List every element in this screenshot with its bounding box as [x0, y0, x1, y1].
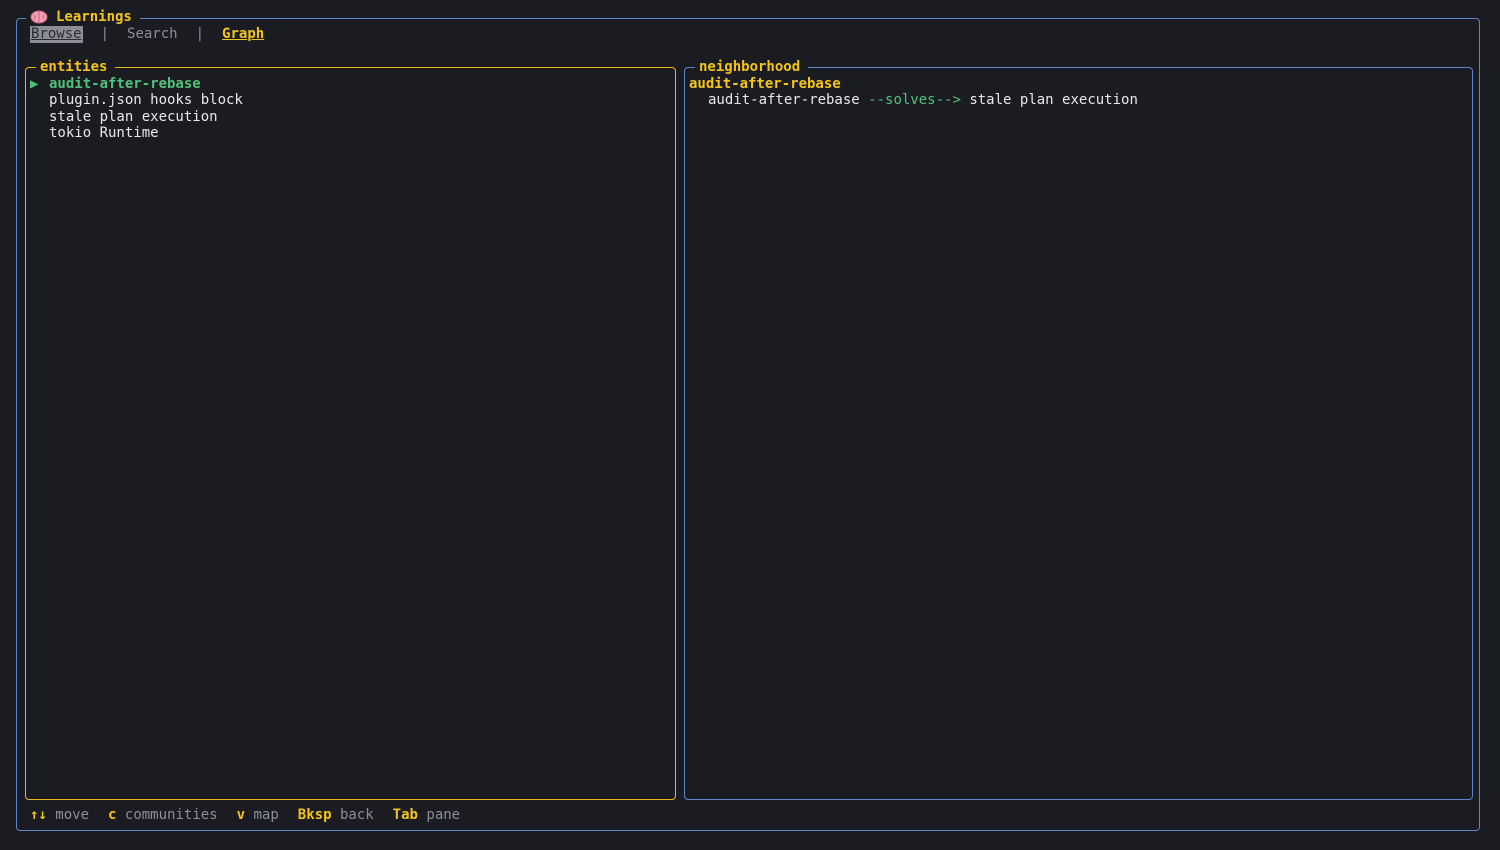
hint-map: v map — [237, 807, 279, 824]
hint-key: ↑↓ — [30, 807, 47, 823]
entity-label: plugin.json hooks block — [49, 92, 243, 109]
hint-label: pane — [426, 807, 461, 823]
tab-graph[interactable]: Graph — [222, 26, 264, 43]
list-item[interactable]: tokio Runtime — [30, 125, 243, 141]
edge-source: audit-after-rebase — [708, 92, 860, 108]
list-item[interactable]: ▶ audit-after-rebase — [30, 76, 243, 92]
tab-separator: | — [100, 26, 110, 42]
hint-key: Bksp — [297, 807, 332, 823]
hint-back: Bksp back — [298, 807, 374, 824]
neighborhood-focus: audit-after-rebase — [689, 76, 841, 92]
tab-bar: Browse | Search | Graph — [30, 26, 264, 43]
tab-search[interactable]: Search — [127, 26, 178, 43]
hint-label: map — [253, 807, 279, 823]
tab-browse[interactable]: Browse — [30, 26, 83, 43]
entities-panel-title: entities — [36, 59, 116, 76]
neighborhood-panel-title: neighborhood — [695, 59, 809, 76]
entities-panel[interactable]: entities ▶ audit-after-rebase plugin.jso… — [25, 59, 676, 800]
graph-edge[interactable]: audit-after-rebase --solves--> stale pla… — [708, 92, 1138, 108]
hint-communities: c communities — [108, 807, 218, 824]
edge-target: stale plan execution — [969, 92, 1138, 108]
hint-key: c — [108, 807, 117, 823]
hint-label: back — [339, 807, 374, 823]
list-item[interactable]: plugin.json hooks block — [30, 92, 243, 108]
hint-label: communities — [124, 807, 218, 823]
brain-icon — [30, 10, 48, 24]
hint-key: Tab — [392, 807, 418, 823]
edge-relation: --solves--> — [868, 92, 961, 108]
list-item[interactable]: stale plan execution — [30, 109, 243, 125]
selection-marker-icon: ▶ — [30, 76, 39, 92]
hint-pane: Tab pane — [393, 807, 460, 824]
hint-label: move — [55, 807, 90, 823]
hint-key: v — [236, 807, 246, 823]
tab-separator: | — [195, 26, 205, 42]
entity-list: ▶ audit-after-rebase plugin.json hooks b… — [30, 76, 243, 142]
entity-label: audit-after-rebase — [49, 76, 201, 92]
hint-move: ↑↓ move — [30, 807, 89, 824]
app-title: Learnings — [56, 9, 132, 25]
keybinding-hints: ↑↓ move c communities v map Bksp back Ta… — [30, 807, 479, 824]
app-title-bar: Learnings — [26, 8, 140, 26]
neighborhood-panel[interactable]: neighborhood audit-after-rebase audit-af… — [684, 59, 1473, 800]
entity-label: tokio Runtime — [49, 125, 159, 142]
entity-label: stale plan execution — [49, 108, 218, 125]
